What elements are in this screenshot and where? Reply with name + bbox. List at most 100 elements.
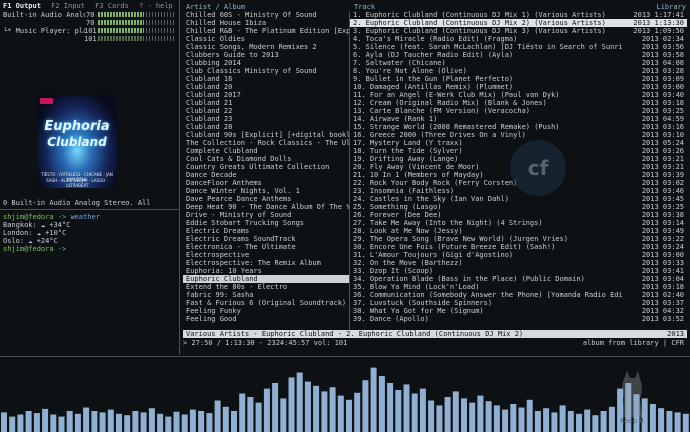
album-item[interactable]: Dave Pearce Dance Anthems [183,195,349,203]
album-item[interactable]: Feeling Funky [183,307,349,315]
volume-meter[interactable] [98,12,144,17]
album-item[interactable]: Fast & Furious 6 (Original Soundtrack) [183,299,349,307]
track-row[interactable]: 24. Castles in the Sky (Ian Van Dahl)201… [350,195,687,203]
track-row[interactable]: 4. Toca's Miracle (Radio Edit) (Fragma)2… [350,35,687,43]
track-row[interactable]: 34. Operation Blade (Bass in the Place) … [350,275,687,283]
album-item[interactable]: Eddie Stobart Trucking Songs [183,219,349,227]
album-item[interactable]: Classic Songs, Modern Remixes 2 [183,43,349,51]
album-item[interactable]: Dance Winter Nights, Vol. 1 [183,187,349,195]
spectrum-bar [182,415,188,432]
volume-meter[interactable] [98,28,144,33]
track-row[interactable]: 2. Euphoric Clubland (Continuous DJ Mix … [350,19,687,27]
tab-input[interactable]: F2 Input [51,2,85,10]
album-item[interactable]: Clubland 21 [183,99,349,107]
track-row[interactable]: 14. Airwave (Rank 1)2013 04:59 [350,115,687,123]
track-row[interactable]: 13. Carte Blanche (FM Version) (Veracoch… [350,107,687,115]
album-item[interactable]: Electrospective [183,251,349,259]
track-row[interactable]: 37. Luvstuck (Southside Spinners)2013 03… [350,299,687,307]
album-item[interactable]: Clubland 2017 [183,91,349,99]
track-row[interactable]: 1. Euphoric Clubland (Continuous DJ Mix … [350,11,687,19]
album-item[interactable]: Extend the 80s - Electro [183,283,349,291]
album-item[interactable]: Chilled R&B - The Platinum Edition [Expl… [183,27,349,35]
album-item[interactable]: Chilled 60S - Ministry Of Sound [183,11,349,19]
tab-help[interactable]: ? - help [139,2,173,10]
track-row[interactable]: 17. Mystery Land (Y traxx)2013 05:24 [350,139,687,147]
album-item[interactable]: Dance Decade [183,171,349,179]
album-item[interactable]: DanceFloor Anthems [183,179,349,187]
album-item[interactable]: Clubland 16 [183,75,349,83]
album-item[interactable]: Feeling Good [183,315,349,323]
album-item[interactable]: Clubbers Guide to 2013 [183,51,349,59]
album-item[interactable]: Electric Dreams [183,227,349,235]
album-item[interactable]: Clubland 20 [183,83,349,91]
track-row[interactable]: 3. Euphoric Clubland (Continuous DJ Mix … [350,27,687,35]
track-row[interactable]: 11. For an Angel (E-Werk Club Mix) (Paul… [350,91,687,99]
tab-output[interactable]: F1 Output [3,2,41,10]
album-item[interactable]: Electrospective: The Remix Album [183,259,349,267]
tab-cards[interactable]: F3 Cards [95,2,129,10]
track-title: 13. Carte Blanche (FM Version) (Veracoch… [353,107,622,115]
terminal-pane[interactable]: shjim@fedora -> weather Bangkok: ☁ +34°C… [0,210,180,355]
track-row[interactable]: 9. Bullet in the Gun (Planet Perfecto)20… [350,75,687,83]
album-item[interactable]: Clubland 28 [183,123,349,131]
album-item[interactable]: Euphoria: 10 Years [183,267,349,275]
album-item[interactable]: Cool Cats & Diamond Dolls [183,155,349,163]
track-row[interactable]: 5. Silence (feat. Sarah McLachlan) [DJ T… [350,43,687,51]
track-row[interactable]: 15. Strange World (2008 Remastered Remak… [350,123,687,131]
album-item[interactable]: Country Greats Ultimate Collection [183,163,349,171]
track-title: 33. Dzop It (Scoop) [353,267,622,275]
track-row[interactable]: 36. Communication (Somebody Answer the P… [350,291,687,299]
track-row[interactable]: 28. Look at Me Now (Jessy)2013 03:49 [350,227,687,235]
track-row[interactable]: 12. Cream (Original Radio Mix) (Blank & … [350,99,687,107]
track-row[interactable]: 8. You're Not Alone (Olive)2013 03:28 [350,67,687,75]
track-duration: 03:39 [663,171,684,179]
spectrum-bar [354,393,360,432]
spectrum-bar [157,414,163,432]
album-item[interactable]: fabric 99: Sasha [183,291,349,299]
play-mode: album from library | CFR [583,339,684,347]
album-item[interactable]: Classic Oldies [183,35,349,43]
album-item[interactable]: Electronica - The Ultimate [183,243,349,251]
album-item[interactable]: Clubland 90s [Explicit] [+digital bookle… [183,131,349,139]
volume-meter[interactable] [98,36,144,41]
album-item[interactable]: Club Classics Ministry of Sound [183,67,349,75]
album-item[interactable]: Deep Heat 90 - The Dance Album Of The Ye… [183,203,349,211]
album-item[interactable]: Clubland 22 [183,107,349,115]
track-row[interactable]: 33. Dzop It (Scoop)2013 03:41 [350,267,687,275]
track-row[interactable]: 30. Encore Une Fois (Future Breeze Edit)… [350,243,687,251]
track-duration: 03:37 [663,299,684,307]
track-row[interactable]: 10. Damaged (Antillas Remix) (Plummet)20… [350,83,687,91]
album-item[interactable]: Clubbing 2014 [183,59,349,67]
prompt-user: shjim@fedora [3,245,54,253]
spectrum-bar [223,407,229,432]
track-row[interactable]: 7. Saltwater (Chicane)2013 04:08 [350,59,687,67]
track-row[interactable]: 39. Dance (Apollo)2013 03:52 [350,315,687,323]
track-year: 2013 [642,139,659,147]
device-name[interactable]: Built-in Audio Analog Ste [3,11,85,19]
album-item[interactable]: The Collection - Rock Classics - The Ult… [183,139,349,147]
track-row[interactable]: 27. Take Me Away (Into the Night) (4 Str… [350,219,687,227]
album-item[interactable]: Chilled House Ibiza [183,19,349,27]
track-row[interactable]: 35. Blow Ya Mind (Lock'n'Load)2013 03:18 [350,283,687,291]
track-row[interactable]: 16. Greece 2000 (Three Drives On a Vinyl… [350,131,687,139]
spectrum-bar [91,411,97,432]
track-row[interactable]: 38. What Ya Got for Me (Signum)2013 04:3… [350,307,687,315]
track-year-duration: 2013 1:17:41 [622,11,687,19]
album-item[interactable]: Clubland 23 [183,115,349,123]
album-item[interactable]: Complete Clubland [183,147,349,155]
track-row[interactable]: 6. Ayla (DJ Taucher Radio Edit) (Ayla)20… [350,51,687,59]
album-item[interactable]: Euphoric Clubland [183,275,349,283]
album-item[interactable]: Electric Dreams SoundTrack [183,235,349,243]
album-list[interactable]: Chilled 60S - Ministry Of SoundChilled H… [183,11,350,331]
track-row[interactable]: 29. The Opera Song (Brave New World) (Ju… [350,235,687,243]
track-row[interactable]: 26. Forever (Dee Dee)2013 03:38 [350,211,687,219]
track-duration: 03:10 [663,131,684,139]
album-item[interactable]: Drive - Ministry of Sound [183,211,349,219]
volume-meter[interactable] [98,20,144,25]
track-duration: 03:25 [663,203,684,211]
track-title: 31. L'Amour Toujours (Gigi d'Agostino) [353,251,622,259]
stream-name[interactable]: └* Music Player: playba [3,27,85,35]
track-row[interactable]: 31. L'Amour Toujours (Gigi d'Agostino)20… [350,251,687,259]
track-row[interactable]: 25. Something (Lasgo)2013 03:25 [350,203,687,211]
track-row[interactable]: 32. On the Move (Barthezz)2013 03:33 [350,259,687,267]
